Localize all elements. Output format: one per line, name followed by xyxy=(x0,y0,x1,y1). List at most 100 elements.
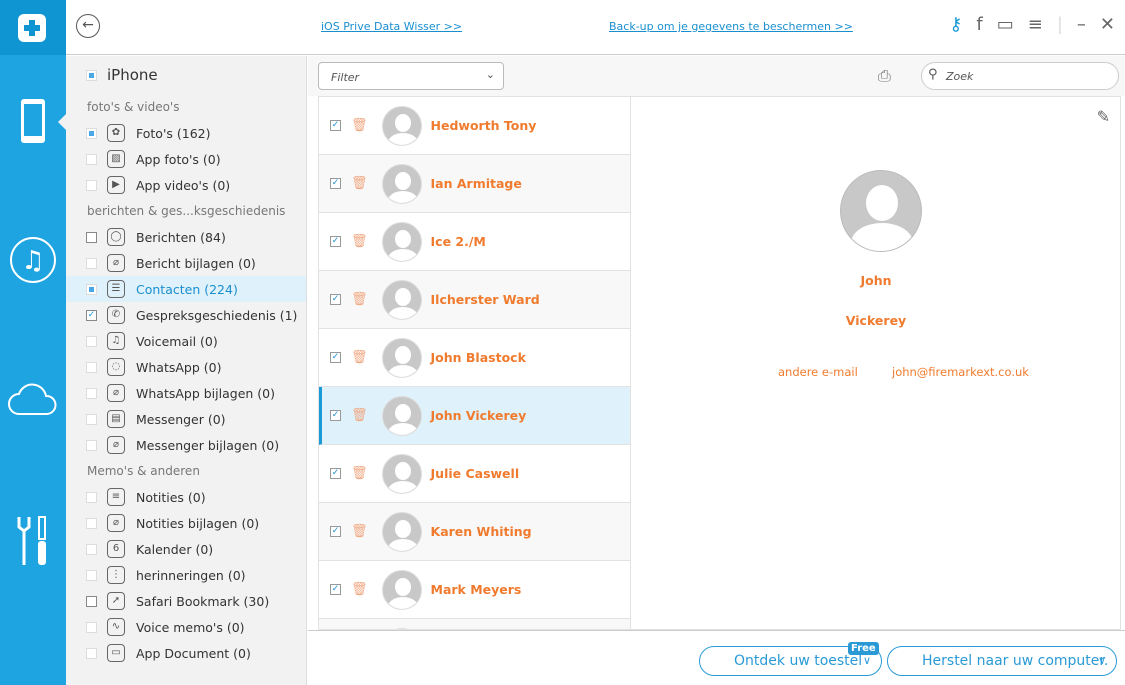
discover-device-button[interactable]: Ontdek uw toestel Free ∨ xyxy=(699,642,882,676)
sidebar-item[interactable]: ☰ Contacten (224) xyxy=(66,276,306,302)
item-checkbox[interactable] xyxy=(86,283,97,295)
item-checkbox[interactable] xyxy=(86,595,97,607)
item-checkbox[interactable] xyxy=(86,439,97,451)
cloud-icon[interactable] xyxy=(0,382,66,418)
sidebar-item[interactable]: ▨ App foto's (0) xyxy=(66,146,306,172)
sidebar-item[interactable]: ▤ Messenger (0) xyxy=(66,406,306,432)
item-checkbox[interactable] xyxy=(86,517,97,529)
category-icon: ◯ xyxy=(107,228,125,246)
category-icon: ✿ xyxy=(107,124,125,142)
contact-row[interactable]: ✓ 🗑︎ John Vickerey xyxy=(319,387,630,445)
contact-checkbox[interactable]: ✓ xyxy=(330,120,341,131)
trash-icon[interactable]: 🗑︎ xyxy=(351,118,368,133)
contact-checkbox[interactable]: ✓ xyxy=(330,584,341,595)
contact-row[interactable]: ✓ 🗑︎ Julie Caswell xyxy=(319,445,630,503)
sidebar-item[interactable]: 6 Kalender (0) xyxy=(66,536,306,562)
sidebar-item[interactable]: ✿ Foto's (162) xyxy=(66,120,306,146)
item-checkbox[interactable] xyxy=(86,491,97,503)
item-checkbox[interactable] xyxy=(86,231,97,243)
item-checkbox[interactable] xyxy=(86,569,97,581)
item-checkbox[interactable] xyxy=(86,361,97,373)
edit-icon[interactable]: ✎ xyxy=(1097,107,1110,126)
device-checkbox[interactable] xyxy=(86,69,97,81)
sidebar-item[interactable]: ✓ ✆ Gespreksgeschiedenis (1) xyxy=(66,302,306,328)
contact-row[interactable]: ✓🗑︎ xyxy=(319,619,630,629)
contact-checkbox[interactable]: ✓ xyxy=(330,468,341,479)
item-checkbox[interactable] xyxy=(86,413,97,425)
print-icon[interactable]: ⎙ xyxy=(878,66,891,86)
trash-icon[interactable]: 🗑︎ xyxy=(351,350,368,365)
item-checkbox[interactable] xyxy=(86,153,97,165)
sidebar-item[interactable]: ♫ Voicemail (0) xyxy=(66,328,306,354)
item-checkbox[interactable] xyxy=(86,335,97,347)
filter-dropdown[interactable]: Filter ⌄ xyxy=(318,62,504,90)
item-label: App video's (0) xyxy=(136,177,231,193)
menu-icon[interactable]: ≡ xyxy=(1028,14,1043,35)
item-label: Notities bijlagen (0) xyxy=(136,515,260,531)
backup-link[interactable]: Back-up om je gegevens te beschermen >> xyxy=(609,20,853,33)
item-checkbox[interactable] xyxy=(86,387,97,399)
bottom-bar: Ontdek uw toestel Free ∨ Herstel naar uw c… xyxy=(308,630,1125,685)
sidebar-item[interactable]: ∿ Voice memo's (0) xyxy=(66,614,306,640)
sidebar-item[interactable]: ◯ Berichten (84) xyxy=(66,224,306,250)
item-checkbox[interactable] xyxy=(86,543,97,555)
sidebar-item[interactable]: ⌀ Notities bijlagen (0) xyxy=(66,510,306,536)
trash-icon[interactable]: 🗑︎ xyxy=(351,408,368,423)
music-icon[interactable]: ♫ xyxy=(0,236,66,284)
contact-row[interactable]: ✓ 🗑︎ Hedworth Tony xyxy=(319,97,630,155)
phone-icon[interactable] xyxy=(0,98,66,144)
trash-icon[interactable]: 🗑︎ xyxy=(351,466,368,481)
top-bar: ← iOS Prive Data Wisser >> Back-up om je… xyxy=(66,0,1125,55)
contact-checkbox[interactable]: ✓ xyxy=(330,294,341,305)
close-icon[interactable]: ✕ xyxy=(1100,14,1115,35)
category-icon: ✆ xyxy=(107,306,125,324)
item-checkbox[interactable]: ✓ xyxy=(86,309,97,321)
contact-row[interactable]: ✓ 🗑︎ John Blastock xyxy=(319,329,630,387)
search-input[interactable]: ⚲ Zoek xyxy=(921,62,1119,90)
item-checkbox[interactable] xyxy=(86,647,97,659)
feedback-icon[interactable]: ▭ xyxy=(997,14,1014,35)
contact-row[interactable]: ✓ 🗑︎ Ice 2./M xyxy=(319,213,630,271)
contact-checkbox[interactable]: ✓ xyxy=(330,526,341,537)
sidebar-item[interactable]: ◌ WhatsApp (0) xyxy=(66,354,306,380)
contact-row[interactable]: ✓ 🗑︎ Ian Armitage xyxy=(319,155,630,213)
contact-row[interactable]: ✓ 🗑︎ Mark Meyers xyxy=(319,561,630,619)
facebook-icon[interactable]: f xyxy=(976,14,982,35)
sidebar-item[interactable]: ⌀ Bericht bijlagen (0) xyxy=(66,250,306,276)
sidebar-item[interactable]: ⌀ WhatsApp bijlagen (0) xyxy=(66,380,306,406)
trash-icon[interactable]: 🗑︎ xyxy=(351,292,368,307)
back-button[interactable]: ← xyxy=(76,14,100,38)
sidebar-item[interactable]: ≡ Notities (0) xyxy=(66,484,306,510)
sidebar-item[interactable]: ➚ Safari Bookmark (30) xyxy=(66,588,306,614)
ios-eraser-link[interactable]: iOS Prive Data Wisser >> xyxy=(321,20,462,33)
trash-icon[interactable]: 🗑︎ xyxy=(351,524,368,539)
item-checkbox[interactable] xyxy=(86,257,97,269)
selection-pointer xyxy=(58,114,66,130)
item-label: Contacten (224) xyxy=(136,281,238,297)
item-label: Messenger bijlagen (0) xyxy=(136,437,280,453)
contact-checkbox[interactable]: ✓ xyxy=(330,410,341,421)
item-label: Notities (0) xyxy=(136,489,206,505)
item-checkbox[interactable] xyxy=(86,127,97,139)
tools-icon[interactable] xyxy=(0,515,66,567)
sidebar-item[interactable]: ⋮ herinneringen (0) xyxy=(66,562,306,588)
sidebar-item[interactable]: ⌀ Messenger bijlagen (0) xyxy=(66,432,306,458)
contact-row[interactable]: ✓ 🗑︎ Karen Whiting xyxy=(319,503,630,561)
contact-row[interactable]: ✓ 🗑︎ Ilcherster Ward xyxy=(319,271,630,329)
sidebar-item[interactable]: ▶ App video's (0) xyxy=(66,172,306,198)
trash-icon[interactable]: 🗑︎ xyxy=(351,582,368,597)
device-row[interactable]: iPhone xyxy=(66,56,306,94)
restore-to-computer-button[interactable]: Herstel naar uw computer. ∨ xyxy=(887,646,1117,676)
contact-checkbox[interactable]: ✓ xyxy=(330,236,341,247)
contact-checkbox[interactable]: ✓ xyxy=(330,178,341,189)
contact-checkbox[interactable]: ✓ xyxy=(330,352,341,363)
key-icon[interactable]: ⚷ xyxy=(949,14,962,35)
trash-icon[interactable]: 🗑︎ xyxy=(351,176,368,191)
category-header: foto's & video's xyxy=(87,100,180,114)
minimize-icon[interactable]: – xyxy=(1077,14,1086,35)
chevron-down-icon: ⌄ xyxy=(485,68,495,81)
sidebar-item[interactable]: ▭ App Document (0) xyxy=(66,640,306,666)
item-checkbox[interactable] xyxy=(86,621,97,633)
item-checkbox[interactable] xyxy=(86,179,97,191)
trash-icon[interactable]: 🗑︎ xyxy=(351,234,368,249)
